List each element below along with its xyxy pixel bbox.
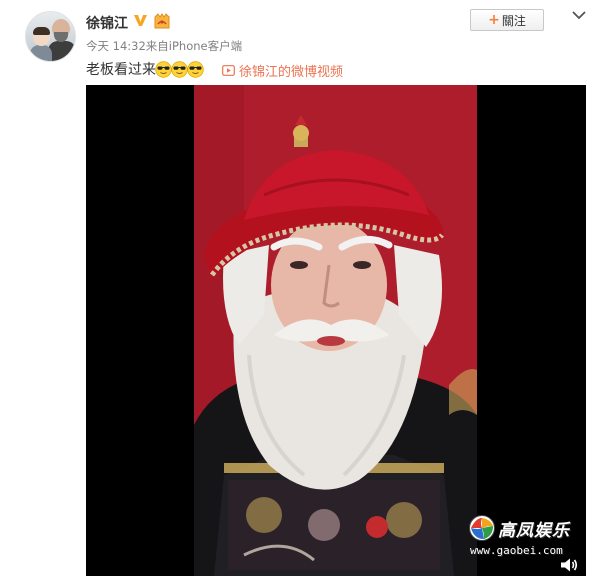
plus-icon: + (488, 12, 500, 28)
member-medal-icon[interactable] (153, 13, 171, 30)
video-frame (194, 85, 477, 576)
post-content: 老板看过来 (86, 59, 204, 79)
video-link[interactable]: 徐锦江的微博视频 (222, 61, 343, 80)
follow-button[interactable]: + 關注 (470, 9, 544, 31)
sunglasses-emoji-icon (187, 60, 204, 78)
watermark-title: 高凤娱乐 (498, 521, 570, 541)
avatar-child-hair (33, 27, 50, 35)
watermark-logo-icon (469, 515, 495, 541)
post-text: 老板看过来 (86, 62, 156, 78)
post-meta-time-source: 今天 14:32来自iPhone客户端 (86, 39, 243, 53)
sunglasses-emoji-icon (171, 60, 188, 78)
follow-button-label: 關注 (501, 13, 526, 28)
video-player[interactable] (86, 85, 586, 576)
avatar-adult-body (48, 41, 75, 61)
volume-icon[interactable] (560, 557, 578, 573)
user-avatar[interactable] (25, 11, 76, 62)
username-link[interactable]: 徐锦江 (86, 13, 128, 33)
video-link-label: 徐锦江的微博视频 (239, 65, 344, 80)
avatar-child-body (30, 45, 52, 61)
watermark-url: www.gaobei.com (470, 544, 563, 557)
verified-v-icon[interactable] (133, 13, 148, 28)
video-still-image (194, 85, 477, 576)
video-play-icon (222, 65, 235, 76)
chevron-down-icon[interactable] (571, 9, 587, 21)
sunglasses-emoji-icon (155, 60, 172, 78)
